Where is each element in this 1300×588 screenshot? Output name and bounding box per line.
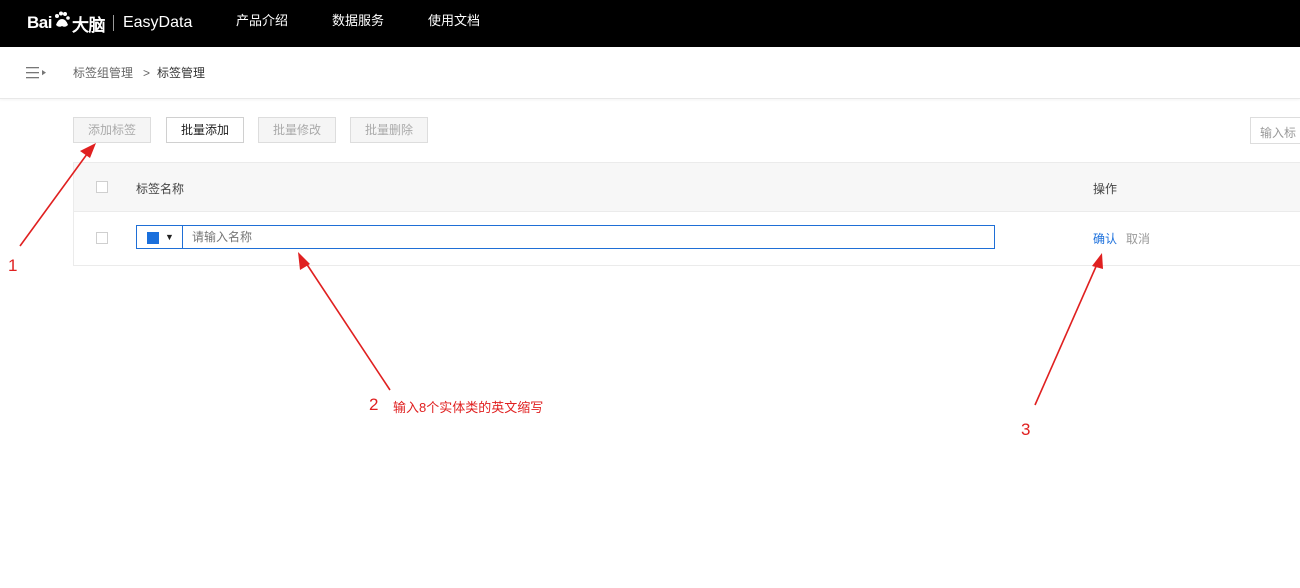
batch-edit-button[interactable]: 批量修改 <box>258 117 337 143</box>
column-operations: 操作 <box>1093 182 1118 196</box>
top-nav-bar: Bai 大脑 EasyData 产品介绍 数据服务 使用文档 <box>0 0 1300 47</box>
color-swatch <box>147 232 159 244</box>
baidu-logo-text: Bai <box>27 13 52 32</box>
row-checkbox[interactable] <box>96 232 108 244</box>
nav-docs[interactable]: 使用文档 <box>428 0 480 47</box>
arrow-1-head <box>80 143 96 158</box>
label-table: 标签名称 操作 ▼ 确认 取消 <box>73 162 1300 266</box>
breadcrumb-separator: > <box>143 65 151 80</box>
breadcrumb-label-group[interactable]: 标签组管理 <box>73 64 133 81</box>
select-all-checkbox[interactable] <box>96 181 108 193</box>
search-input[interactable]: 输入标 <box>1250 117 1300 144</box>
column-label-name: 标签名称 <box>136 182 185 196</box>
annotation-note-2: 输入8个实体类的英文缩写 <box>393 400 544 415</box>
annotation-number-3: 3 <box>1021 420 1031 439</box>
logo-divider <box>112 15 114 31</box>
table-row-edit: ▼ 确认 取消 <box>74 211 1300 266</box>
menu-collapse-icon[interactable] <box>26 66 48 80</box>
easydata-logo[interactable]: Bai 大脑 EasyData <box>27 9 192 37</box>
nav-product-intro[interactable]: 产品介绍 <box>236 0 288 47</box>
batch-add-button[interactable]: 批量添加 <box>166 117 245 143</box>
breadcrumb: 标签组管理 > 标签管理 <box>73 64 205 81</box>
breadcrumb-bar: 标签组管理 > 标签管理 <box>0 47 1300 99</box>
baidu-brain-text: 大脑 <box>71 15 106 35</box>
caret-down-icon: ▼ <box>165 232 174 242</box>
annotation-number-2: 2 <box>369 395 379 414</box>
baidu-logo: Bai 大脑 <box>27 11 105 36</box>
add-label-button[interactable]: 添加标签 <box>73 117 152 143</box>
product-name: EasyData <box>122 14 193 31</box>
color-picker[interactable]: ▼ <box>136 225 183 249</box>
main-nav: 产品介绍 数据服务 使用文档 <box>236 0 524 47</box>
confirm-link[interactable]: 确认 <box>1093 230 1117 247</box>
cancel-link[interactable]: 取消 <box>1126 230 1150 247</box>
arrow-3 <box>1034 261 1099 406</box>
arrow-2 <box>303 259 391 391</box>
label-name-input[interactable] <box>182 225 995 249</box>
table-header: 标签名称 操作 <box>74 163 1300 212</box>
breadcrumb-current: 标签管理 <box>157 66 206 80</box>
annotation-number-1: 1 <box>8 256 18 275</box>
paw-icon <box>54 11 70 27</box>
batch-delete-button[interactable]: 批量删除 <box>350 117 429 143</box>
nav-data-service[interactable]: 数据服务 <box>332 0 384 47</box>
